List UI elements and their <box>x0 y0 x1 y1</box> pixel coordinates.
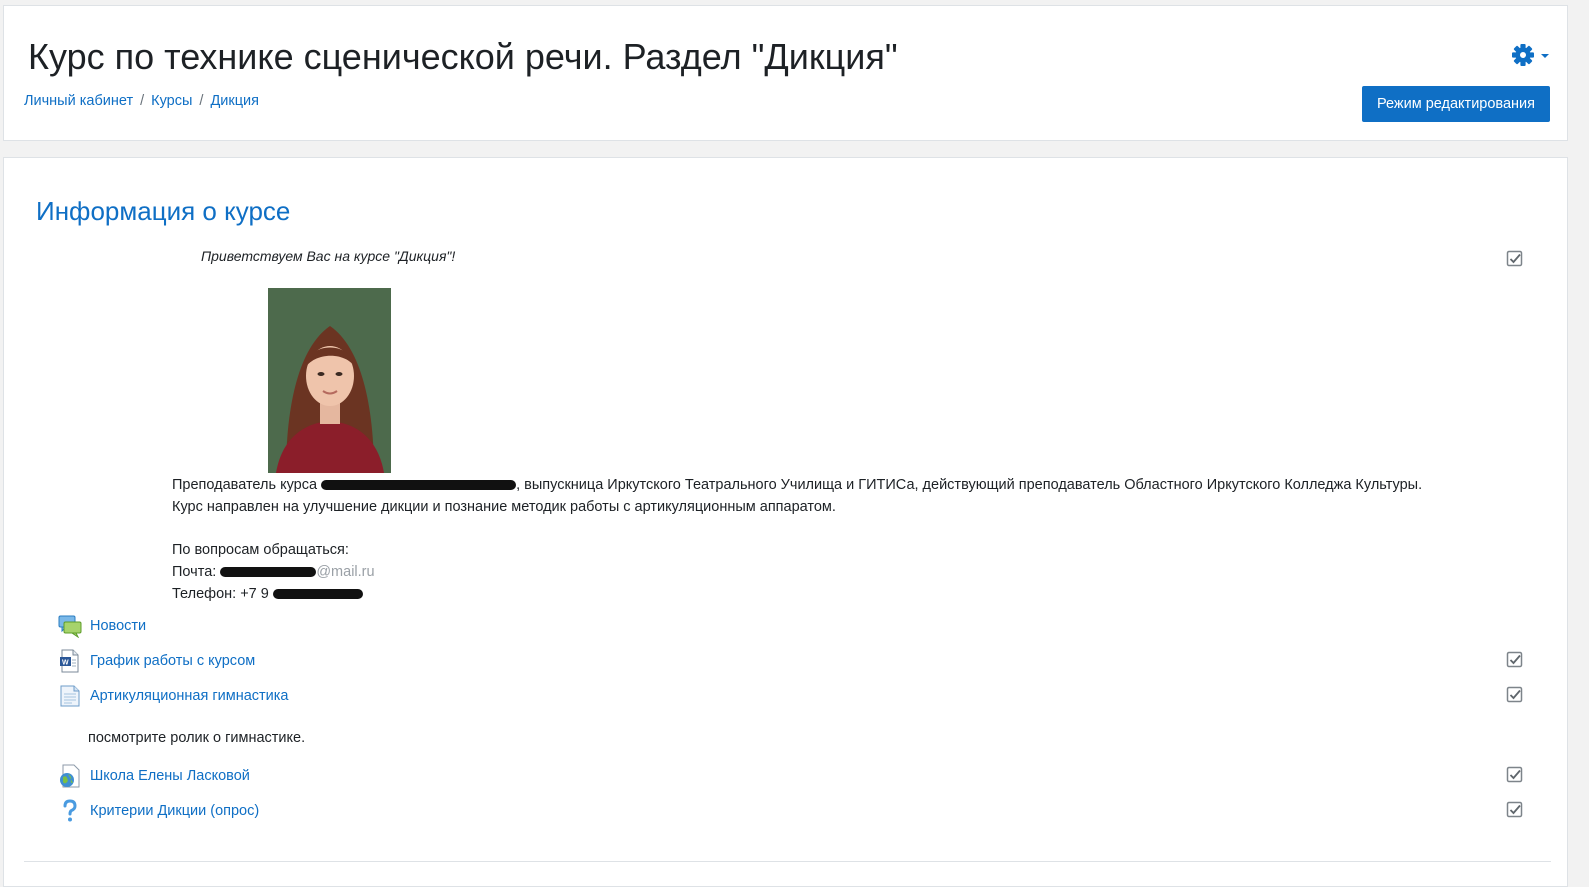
activity-link-gymnastics[interactable]: Артикуляционная гимнастика <box>90 688 288 704</box>
activity-link-news[interactable]: Новости <box>90 618 146 634</box>
teacher-info: Преподаватель курса , выпускница Иркутск… <box>172 477 1422 493</box>
svg-text:W: W <box>62 660 69 667</box>
breadcrumb-separator: / <box>140 93 145 109</box>
activity-item: Артикуляционная гимнастика <box>58 683 288 709</box>
word-document-icon: W <box>58 649 82 673</box>
activity-item: W График работы с курсом <box>58 648 255 674</box>
redacted-phone <box>272 589 363 600</box>
breadcrumb-courses[interactable]: Курсы <box>151 93 192 109</box>
activity-link-schedule[interactable]: График работы с курсом <box>90 653 255 669</box>
phone-label: Телефон: +7 <box>172 586 257 602</box>
welcome-text: Приветствуем Вас на курсе "Дикция"! <box>201 248 456 264</box>
breadcrumb-dashboard[interactable]: Личный кабинет <box>24 93 133 109</box>
email-line: Почта: @mail.ru <box>172 564 375 580</box>
section-title: Информация о курсе <box>36 196 291 226</box>
teacher-photo <box>268 288 391 473</box>
course-goal: Курс направлен на улучшение дикции и поз… <box>172 499 836 515</box>
phone-line: Телефон: +7 9 <box>172 586 363 602</box>
gear-icon[interactable] <box>1508 40 1554 70</box>
phone-fragment: 9 <box>260 586 269 602</box>
page-icon <box>58 684 82 708</box>
activity-link-survey[interactable]: Критерии Дикции (опрос) <box>90 803 259 819</box>
breadcrumb-course[interactable]: Дикция <box>210 93 259 109</box>
teacher-prefix: Преподаватель курса <box>172 477 318 493</box>
page-header: Курс по технике сценической речи. Раздел… <box>3 5 1568 141</box>
page-title: Курс по технике сценической речи. Раздел… <box>28 36 898 77</box>
contact-heading: По вопросам обращаться: <box>172 542 349 558</box>
redacted-name <box>321 480 517 491</box>
completion-checkbox-icon[interactable] <box>1506 250 1524 268</box>
url-link-icon <box>58 764 82 788</box>
completion-checkbox-icon[interactable] <box>1506 801 1524 819</box>
course-content: Информация о курсе Приветствуем Вас на к… <box>3 157 1568 887</box>
activity-item: Критерии Дикции (опрос) <box>58 798 259 824</box>
activity-item: Школа Елены Ласковой <box>58 763 250 789</box>
activity-link-school[interactable]: Школа Елены Ласковой <box>90 768 250 784</box>
activity-description: посмотрите ролик о гимнастике. <box>88 730 306 746</box>
completion-checkbox-icon[interactable] <box>1506 766 1524 784</box>
questionnaire-icon <box>58 799 82 823</box>
edit-mode-button[interactable]: Режим редактирования <box>1362 86 1550 122</box>
completion-checkbox-icon[interactable] <box>1506 651 1524 669</box>
breadcrumb-separator: / <box>199 93 204 109</box>
email-domain: @mail.ru <box>316 564 375 580</box>
teacher-description: , выпускница Иркутского Театрального Учи… <box>516 477 1423 493</box>
activity-item: Новости <box>58 613 146 639</box>
email-label: Почта: <box>172 564 217 580</box>
caret-down-icon <box>1541 54 1549 58</box>
forum-icon <box>58 614 82 639</box>
section-divider <box>24 861 1551 862</box>
breadcrumb: Личный кабинет / Курсы / Дикция <box>24 93 259 109</box>
redacted-email <box>220 567 317 578</box>
completion-checkbox-icon[interactable] <box>1506 686 1524 704</box>
